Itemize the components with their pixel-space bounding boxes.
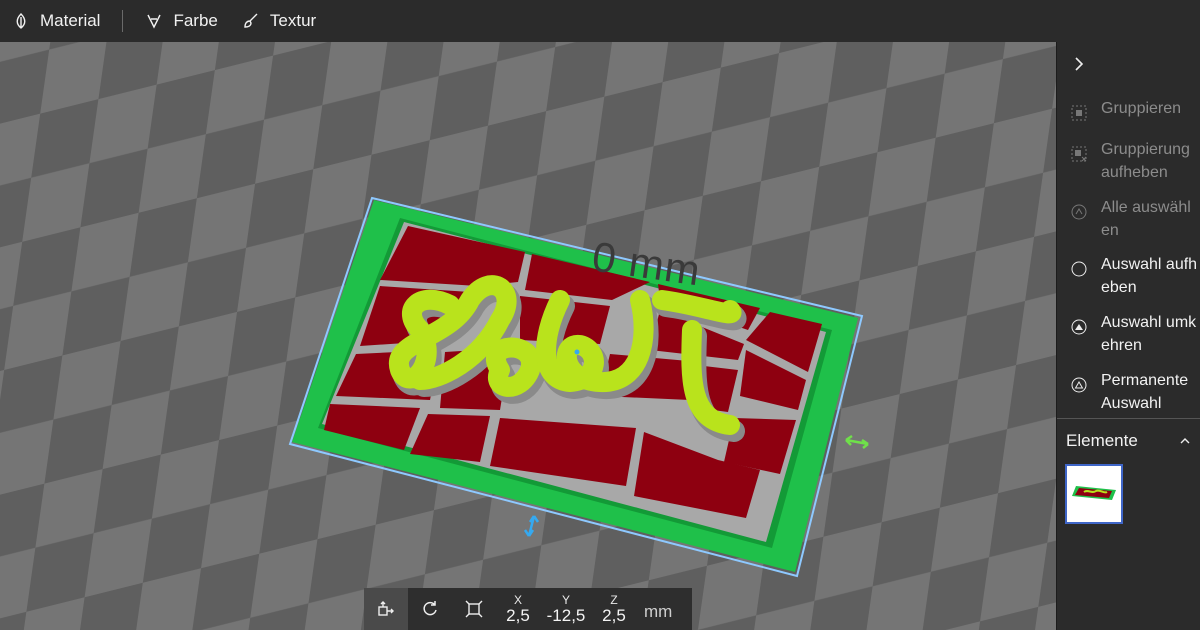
move-tool-button[interactable] <box>364 588 408 630</box>
ungroup-icon <box>1071 146 1087 162</box>
material-icon <box>16 13 26 29</box>
invert-selection-label: Auswahl umkehren <box>1101 314 1197 354</box>
elements-label: Elemente <box>1066 431 1138 450</box>
textur-label: Textur <box>269 11 317 30</box>
select-all-label: Alle auswählen <box>1101 199 1191 239</box>
farbe-button[interactable]: Farbe <box>133 0 229 42</box>
right-panel: Gruppieren Gruppierung aufheben Alle aus… <box>1056 42 1200 630</box>
pivot-point <box>574 349 580 355</box>
deselect-icon <box>1071 261 1087 277</box>
chevron-right-icon <box>1075 57 1084 71</box>
z-axis-label: Z <box>610 593 618 607</box>
ungroup-label: Gruppierung aufheben <box>1101 141 1190 181</box>
select-all-icon <box>1071 204 1087 220</box>
permanent-selection-label: Permanente Auswahl <box>1101 372 1189 412</box>
textur-button[interactable]: Textur <box>230 0 328 42</box>
top-toolbar: Material Farbe Textur <box>0 0 1200 43</box>
group-label: Gruppieren <box>1101 100 1182 117</box>
3d-viewport[interactable]: 0 mm <box>0 42 1056 630</box>
y-value[interactable]: -12,5 <box>540 606 592 626</box>
transform-bar: X 2,5 Y -12,5 Z 2,5 mm <box>364 588 692 630</box>
unit-label: mm <box>644 602 673 621</box>
toolbar-separator <box>122 10 124 32</box>
select-all-button[interactable]: Alle auswählen <box>1057 196 1200 242</box>
y-coordinate[interactable]: Y -12,5 <box>540 588 592 630</box>
invert-selection-button[interactable]: Auswahl umkehren <box>1057 311 1200 357</box>
z-value[interactable]: 2,5 <box>592 606 636 626</box>
move-icon <box>378 601 394 616</box>
rotate-tool-button[interactable] <box>408 588 452 630</box>
material-label: Material <box>40 11 101 30</box>
rotate-icon <box>423 601 437 616</box>
x-coordinate[interactable]: X 2,5 <box>496 588 540 630</box>
scene-canvas <box>0 42 1056 630</box>
permanent-selection-icon <box>1071 377 1087 393</box>
collapse-panel-button[interactable] <box>1069 54 1089 74</box>
element-thumbnail[interactable] <box>1065 464 1123 524</box>
invert-selection-icon <box>1071 319 1087 335</box>
deselect-label: Auswahl aufheben <box>1101 256 1198 296</box>
model-thumbnail-image <box>1072 486 1116 500</box>
scale-tool-button[interactable] <box>452 588 496 630</box>
brush-icon <box>244 13 258 28</box>
group-button[interactable]: Gruppieren <box>1057 97 1200 121</box>
x-value[interactable]: 2,5 <box>496 606 540 626</box>
chevron-up-icon <box>1180 438 1190 444</box>
scale-icon <box>465 600 483 618</box>
ungroup-button[interactable]: Gruppierung aufheben <box>1057 138 1200 184</box>
z-coordinate[interactable]: Z 2,5 <box>592 588 636 630</box>
elements-section-header[interactable]: Elemente <box>1066 430 1192 452</box>
permanent-selection-button[interactable]: Permanente Auswahl <box>1057 369 1200 415</box>
material-button[interactable]: Material <box>0 0 112 42</box>
paint-bucket-icon <box>147 14 162 29</box>
deselect-button[interactable]: Auswahl aufheben <box>1057 253 1200 299</box>
group-icon <box>1071 105 1087 121</box>
x-axis-label: X <box>513 593 522 607</box>
farbe-label: Farbe <box>173 11 218 30</box>
y-axis-label: Y <box>561 593 570 607</box>
panel-divider <box>1057 418 1200 419</box>
